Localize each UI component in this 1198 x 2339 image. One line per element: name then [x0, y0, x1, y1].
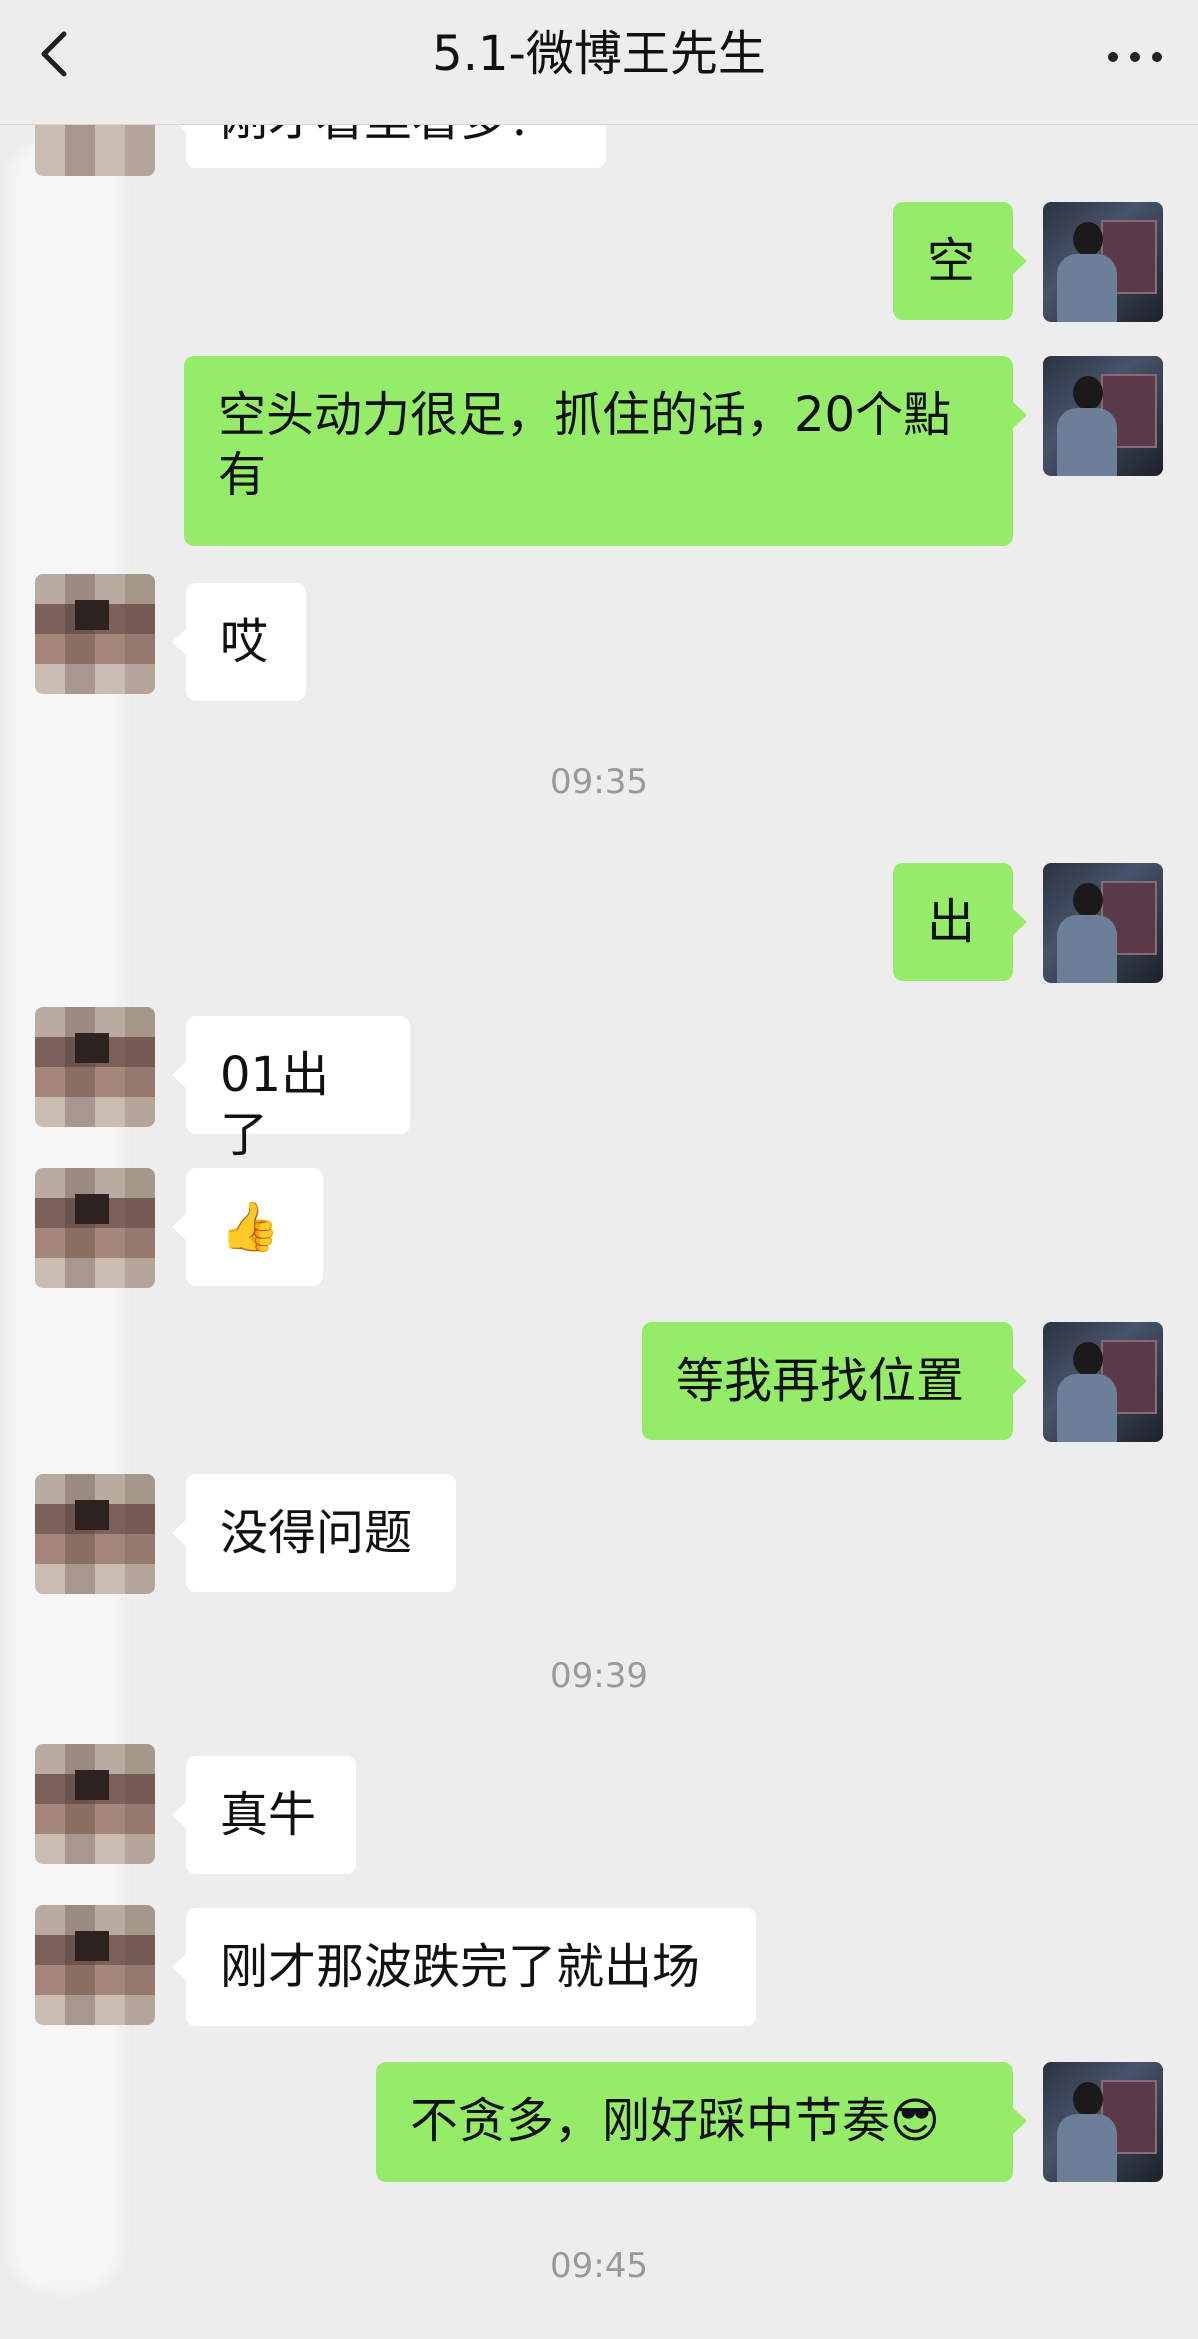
message-bubble-incoming[interactable]: 真牛 [172, 1756, 356, 1874]
message-bubble-incoming[interactable]: 👍 [172, 1168, 323, 1286]
avatar[interactable] [35, 1007, 155, 1127]
avatar[interactable] [35, 1905, 155, 2025]
message-bubble-outgoing[interactable]: 不贪多，刚好踩中节奏😎 [376, 2062, 1027, 2182]
timestamp: 09:35 [550, 762, 648, 802]
avatar[interactable] [35, 1168, 155, 1288]
avatar[interactable] [1043, 863, 1163, 983]
message-bubble-incoming[interactable]: 刚才那波跌完了就出场 [172, 1908, 756, 2026]
message-bubble-outgoing[interactable]: 等我再找位置 [642, 1322, 1027, 1440]
avatar[interactable] [35, 574, 155, 694]
message-bubble-incoming[interactable]: 哎 [172, 583, 306, 701]
timestamp: 09:45 [550, 2246, 648, 2286]
message-bubble-outgoing[interactable]: 空 [893, 202, 1027, 320]
avatar[interactable] [1043, 2062, 1163, 2182]
message-bubble-outgoing[interactable]: 空头动力很足，抓住的话，20个點有 [184, 356, 1027, 546]
avatar[interactable] [35, 1474, 155, 1594]
chat-header: 5.1-微博王先生 [0, 0, 1198, 125]
timestamp: 09:39 [550, 1656, 648, 1696]
chat-title: 5.1-微博王先生 [432, 26, 766, 82]
chat-area[interactable]: 刚才看里看多？ 空 空头动力很足，抓住的话，20个點有 哎 09:35 出 01… [0, 0, 1198, 2339]
avatar[interactable] [1043, 1322, 1163, 1442]
message-bubble-incoming[interactable]: 没得问题 [172, 1474, 456, 1592]
avatar[interactable] [35, 1744, 155, 1864]
more-dots-icon[interactable] [1100, 30, 1170, 80]
avatar[interactable] [1043, 356, 1163, 476]
message-bubble-outgoing[interactable]: 出 [893, 863, 1027, 981]
message-bubble-incoming[interactable]: 01出了 [172, 1016, 410, 1163]
avatar[interactable] [1043, 202, 1163, 322]
